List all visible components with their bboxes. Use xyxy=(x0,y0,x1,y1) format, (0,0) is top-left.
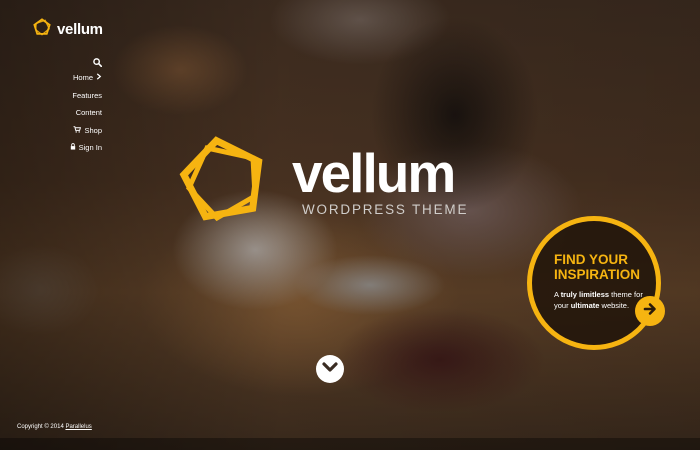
promo-text-bold: truly limitless xyxy=(560,290,610,299)
site-logo-text: vellum xyxy=(57,21,103,38)
bottom-strip xyxy=(0,438,700,450)
promo-circle[interactable]: FIND YOUR INSPIRATION A truly limitless … xyxy=(527,216,661,350)
promo-heading-line1: FIND YOUR xyxy=(554,252,629,267)
site-logo[interactable]: vellum xyxy=(33,18,103,41)
promo-heading: FIND YOUR INSPIRATION xyxy=(554,252,640,282)
footer-link-parallelus[interactable]: Parallelus xyxy=(65,424,91,430)
promo-text: A xyxy=(554,290,561,299)
promo-body: A truly limitless theme for your ultimat… xyxy=(554,289,643,311)
nav-item-content[interactable]: Content xyxy=(76,108,102,117)
nav-item-features-label: Features xyxy=(72,91,102,100)
pentagon-logo-icon xyxy=(33,18,51,41)
promo-text-bold: ultimate xyxy=(570,301,600,310)
arrow-right-icon xyxy=(643,302,657,321)
chevron-right-icon xyxy=(96,73,102,82)
nav-item-home-label: Home xyxy=(72,73,93,82)
nav-item-sign-in-label: Sign In xyxy=(78,143,102,152)
promo-heading-line2: INSPIRATION xyxy=(554,267,641,282)
promo-text: website. xyxy=(599,301,630,310)
promo-text: theme for xyxy=(609,290,643,299)
scroll-down-button[interactable] xyxy=(316,355,344,383)
promo-arrow-button[interactable] xyxy=(635,296,665,326)
search-icon[interactable] xyxy=(93,54,103,72)
cart-icon xyxy=(73,126,82,135)
promo-text: your xyxy=(554,301,571,310)
copyright-text: Copyright © 2014 xyxy=(17,424,66,430)
nav-item-shop-label: Shop xyxy=(84,126,102,135)
chevron-down-icon xyxy=(322,360,338,378)
nav-item-home[interactable]: Home xyxy=(73,73,102,82)
lock-icon xyxy=(70,143,76,152)
nav-item-features[interactable]: Features xyxy=(72,91,102,100)
footer-copyright: Copyright © 2014 Parallelus xyxy=(17,424,92,430)
nav-item-sign-in[interactable]: Sign In xyxy=(70,143,102,152)
hero-subtitle: WORDPRESS THEME xyxy=(302,202,469,217)
nav-item-content-label: Content xyxy=(75,108,102,117)
hero-pentagon-logo-icon xyxy=(177,132,269,229)
hero-title: vellum xyxy=(292,142,456,204)
nav-item-shop[interactable]: Shop xyxy=(73,126,102,135)
